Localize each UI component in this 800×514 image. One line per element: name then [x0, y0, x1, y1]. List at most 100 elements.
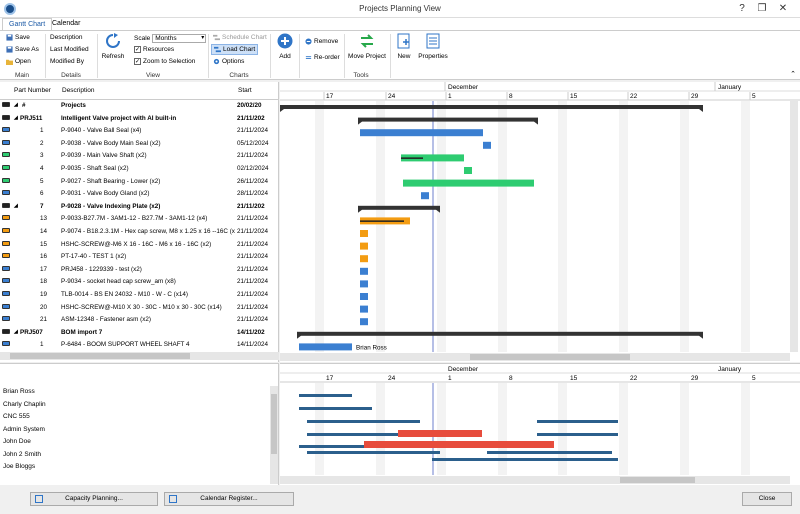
load-horizontal-scrollbar[interactable] [280, 476, 790, 484]
header-part-number[interactable]: Part Number [14, 87, 51, 94]
description-button[interactable]: Description [50, 34, 83, 41]
header-start[interactable]: Start [238, 87, 252, 94]
task-bar[interactable] [360, 280, 368, 288]
tab-gantt-chart[interactable]: Gantt Chart [2, 18, 53, 30]
load-bar[interactable] [299, 407, 372, 410]
resource-row[interactable]: Charly Chaplin [3, 401, 46, 408]
scrollbar-thumb[interactable] [271, 394, 277, 454]
modified-by-button[interactable]: Modified By [50, 58, 84, 65]
scrollbar-thumb[interactable] [470, 354, 630, 360]
expander-icon[interactable]: ◢ [14, 329, 18, 335]
table-row[interactable]: 17 PRJ458 - 1229339 - test (x2) 21/11/2024 [0, 264, 279, 277]
table-row[interactable]: 21 ASM-12348 - Fastener asm (x2) 21/11/202… [0, 314, 279, 327]
load-bar[interactable] [307, 451, 440, 454]
task-bar[interactable] [360, 267, 368, 275]
task-bar[interactable] [360, 129, 483, 137]
load-chart-button[interactable]: Load Chart [211, 44, 259, 55]
load-bar[interactable] [537, 433, 618, 436]
table-row[interactable]: ◢ 7 P-9028 - Valve Indexing Plate (x2) 21/1… [0, 201, 279, 214]
table-row[interactable]: 15 HSHC-SCREW@-M6 X 16 - 16C - M6 x 16 - … [0, 239, 279, 252]
last-modified-button[interactable]: Last Modified [50, 46, 89, 53]
tab-calendar[interactable]: Calendar [46, 18, 86, 30]
task-bar[interactable] [360, 318, 368, 326]
reorder-button[interactable]: Re-order [305, 54, 340, 61]
table-row[interactable]: 3 P-9039 - Main Valve Shaft (x2) 21/11/202… [0, 150, 279, 163]
resource-row[interactable]: Brian Ross [3, 388, 35, 395]
resource-row[interactable]: John 2 Smith [3, 451, 41, 458]
task-bar[interactable] [299, 343, 352, 351]
summary-bar[interactable] [280, 105, 703, 109]
table-row[interactable]: 1 P-9040 - Valve Ball Seal (x4) 21/11/2024 [0, 125, 279, 138]
resource-vertical-scrollbar[interactable] [270, 386, 278, 484]
new-button[interactable]: New [393, 33, 415, 60]
close-window-button[interactable]: ✕ [776, 2, 790, 16]
resource-row[interactable]: Admin System [3, 426, 45, 433]
collapse-ribbon-icon[interactable]: ⌃ [790, 70, 796, 78]
resources-checkbox[interactable]: ✓ Resources [134, 46, 174, 53]
expander-icon[interactable]: ◢ [14, 102, 18, 108]
grid-horizontal-scrollbar[interactable] [0, 352, 279, 360]
save-as-button[interactable]: Save As [6, 46, 39, 53]
table-row[interactable]: 6 P-9031 - Valve Body Gland (x2) 28/11/202… [0, 188, 279, 201]
task-bar[interactable] [360, 305, 368, 313]
help-button[interactable]: ? [735, 2, 749, 16]
schedule-chart-button[interactable]: Schedule Chart [213, 34, 267, 41]
resource-row[interactable]: Joe Bloggs [3, 463, 35, 470]
overload-bar[interactable] [364, 441, 554, 448]
options-button[interactable]: Options [213, 58, 244, 65]
task-bar[interactable] [360, 230, 368, 237]
table-row[interactable]: ◢ PRJ511 Intelligent Valve project with AI… [0, 113, 279, 126]
close-button[interactable]: Close [742, 492, 792, 506]
table-row[interactable]: 14 P-9074 - B18.2.3.1M - Hex cap screw, M… [0, 226, 279, 239]
scrollbar-thumb[interactable] [620, 477, 695, 483]
load-bar[interactable] [432, 458, 618, 461]
task-bar[interactable] [421, 192, 429, 200]
save-button[interactable]: Save [6, 34, 30, 41]
table-row[interactable]: 4 P-9035 - Shaft Seal (x2) 02/12/2024 [0, 163, 279, 176]
resource-row[interactable]: John Doe [3, 438, 31, 445]
load-bar[interactable] [487, 451, 612, 454]
move-project-button[interactable]: Move Project [347, 33, 387, 60]
properties-button[interactable]: Properties [418, 33, 448, 60]
capacity-planning-button[interactable]: Capacity Planning... [30, 492, 158, 506]
refresh-button[interactable]: Refresh [100, 33, 126, 60]
scale-select[interactable]: Months ▾ [152, 34, 207, 43]
gantt-vertical-scrollbar[interactable] [790, 101, 798, 352]
load-bar[interactable] [299, 394, 352, 397]
remove-button[interactable]: Remove [305, 38, 338, 45]
load-bar[interactable] [537, 420, 618, 423]
table-row[interactable]: ◢ PRJ507 BOM import 7 14/11/202 [0, 327, 279, 340]
scrollbar-thumb[interactable] [10, 353, 190, 359]
overload-bar[interactable] [398, 430, 482, 437]
calendar-register-button[interactable]: Calendar Register... [164, 492, 294, 506]
table-row[interactable]: 1 P-6484 - BOOM SUPPORT WHEEL SHAFT 4 14/1… [0, 339, 279, 352]
load-bar[interactable] [307, 420, 420, 423]
properties-icon [426, 33, 440, 49]
table-row[interactable]: 18 P-9034 - socket head cap screw_am (x8)… [0, 276, 279, 289]
summary-bar[interactable] [297, 331, 703, 336]
resource-row[interactable]: CNC 555 [3, 413, 30, 420]
task-bar[interactable] [464, 167, 472, 174]
expander-icon[interactable]: ◢ [14, 203, 18, 209]
restore-button[interactable]: ❐ [755, 2, 769, 16]
table-row[interactable]: 2 P-9038 - Valve Body Main Seal (x2) 05/12… [0, 138, 279, 151]
zoom-to-selection-checkbox[interactable]: ✓ Zoom to Selection [134, 58, 195, 65]
header-description[interactable]: Description [62, 87, 95, 94]
add-button[interactable]: Add [274, 33, 296, 60]
weekend-shading [376, 383, 385, 475]
table-row[interactable]: 19 TLB-0014 - BS EN 24032 - M10 - W - C (… [0, 289, 279, 302]
table-row[interactable]: 13 P-9033-B27.7M - 3AM1-12 - B27.7M - 3AM… [0, 213, 279, 226]
expander-icon[interactable]: ◢ [14, 115, 18, 121]
task-bar[interactable] [403, 179, 534, 187]
task-bar[interactable] [360, 255, 368, 263]
task-bar[interactable] [483, 141, 491, 149]
task-bar[interactable] [360, 293, 368, 300]
table-row[interactable]: ◢ # Projects 20/02/20 [0, 100, 279, 113]
task-bar[interactable] [360, 242, 368, 250]
summary-bar[interactable] [358, 117, 538, 122]
table-row[interactable]: 16 PT-17-40 - TEST 1 (x2) 21/11/2024 [0, 251, 279, 264]
open-button[interactable]: Open [6, 58, 31, 65]
summary-bar[interactable] [358, 205, 440, 210]
table-row[interactable]: 5 P-9027 - Shaft Bearing - Lower (x2) 26/1… [0, 176, 279, 189]
table-row[interactable]: 20 HSHC-SCREW@-M10 X 30 - 30C - M10 x 30 … [0, 302, 279, 315]
